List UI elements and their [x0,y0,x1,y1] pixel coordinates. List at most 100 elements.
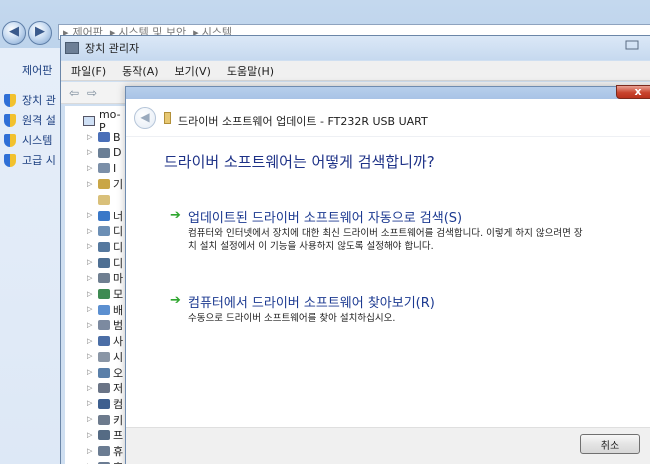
expand-arrow-icon[interactable]: ▷ [87,416,94,423]
device-category-icon [98,336,110,347]
expand-arrow-icon[interactable]: ▷ [87,227,94,235]
tree-row-label: 휴 [113,459,123,464]
device-manager-menubar: 파일(F) 동작(A) 보기(V) 도움말(H) [61,61,650,81]
device-category-icon [98,289,110,299]
sidebar-item-remote-settings[interactable]: 원격 설 [4,112,56,128]
wizard-title: 드라이버 소프트웨어 업데이트 - FT232R USB UART [178,115,428,128]
expand-arrow-icon[interactable]: ▷ [87,274,94,282]
device-category-icon [98,320,110,331]
device-category-icon [98,383,110,394]
forward-arrow-icon: ▶ [35,24,45,39]
tree-row-label: D [113,146,122,160]
device-category-icon [98,430,110,441]
expand-arrow-icon[interactable]: ▷ [87,290,94,298]
cp-back-button[interactable]: ◀ [2,21,26,45]
sidebar-item-label: 원격 설 [22,114,56,127]
tree-row-label: 사 [113,335,124,349]
wizard-header: ◀ 드라이버 소프트웨어 업데이트 - FT232R USB UART [126,99,650,137]
tree-row-label: 프 [113,429,124,443]
usb-device-icon [164,112,171,124]
device-category-icon [98,367,110,378]
cp-forward-button[interactable]: ▶ [28,21,52,45]
device-category-icon [98,351,110,362]
back-arrow-icon[interactable]: ⇦ [69,86,83,100]
tree-row-label: 디 [113,225,124,239]
device-category-icon [98,414,110,425]
uac-shield-icon [4,133,16,147]
sidebar-item-device-manager[interactable]: 장치 관 [4,92,56,108]
expand-arrow-icon[interactable]: ▷ [87,431,94,439]
expand-arrow-icon[interactable]: ▷ [87,259,94,266]
tree-row-label: 키 [113,413,124,427]
expand-arrow-icon[interactable]: ▷ [87,384,94,392]
wizard-frame [126,87,650,99]
device-category-icon [98,179,110,190]
wizard-footer: 취소 [126,427,650,464]
cancel-button[interactable]: 취소 [580,434,640,454]
tree-row-label: 휴 [113,445,124,458]
expand-arrow-icon[interactable]: ▷ [87,133,94,141]
expand-arrow-icon[interactable]: ▷ [87,149,94,156]
device-category-icon [98,194,110,205]
sidebar-item-label: 장치 관 [22,94,56,107]
close-button[interactable]: x [616,85,650,99]
uac-shield-icon [4,93,16,107]
sidebar-item-system-protection[interactable]: 시스템 [4,132,52,148]
sidebar-item-label: 시스템 [22,134,53,147]
tree-row-label: 마 [113,272,124,286]
option-description: 컴퓨터와 인터넷에서 장치에 대한 최신 드라이버 소프트웨어를 검색합니다. … [188,228,583,252]
driver-update-wizard: x ◀ 드라이버 소프트웨어 업데이트 - FT232R USB UART 드라… [125,85,650,464]
minimize-icon[interactable] [625,40,639,50]
menu-view[interactable]: 보기(V) [175,63,211,79]
menu-help[interactable]: 도움말(H) [227,63,274,79]
green-arrow-icon: ➔ [170,208,181,223]
option-search-automatically[interactable]: ➔ 업데이트된 드라이버 소프트웨어 자동으로 검색(S) 컴퓨터와 인터넷에서… [170,207,610,267]
device-category-icon [98,147,110,158]
wizard-question: 드라이버 소프트웨어는 어떻게 검색합니까? [164,153,435,171]
expand-arrow-icon[interactable]: ▷ [87,447,94,455]
expand-arrow-icon[interactable]: ▷ [87,243,94,250]
uac-shield-icon [4,113,16,127]
tree-row-label: 기 [113,178,124,192]
tree-row-label: B [113,130,121,144]
option-browse-computer[interactable]: ➔ 컴퓨터에서 드라이버 소프트웨어 찾아보기(R) 수동으로 드라이버 소프트… [170,292,610,332]
sidebar-item-advanced-settings[interactable]: 고급 시 [4,152,56,168]
device-manager-title: 장치 관리자 [85,42,140,55]
device-manager-icon [65,42,79,54]
option-title: 컴퓨터에서 드라이버 소프트웨어 찾아보기(R) [188,296,435,311]
device-tree: mo-P ▷ B ▷ D ▷ I ▷ 기 ▷ 너 ▷ 디 ▷ 디 ▷ 디 ▷ 마 ▷ 모 ▷ 배 ▷ 범 ▷ 사 ▷ 시 ▷ 오 ▷ 저 ▷ 컴 ▷… [65,106,127,464]
device-category-icon [98,446,110,456]
expand-arrow-icon[interactable]: ▷ [87,321,94,329]
tree-row-label: 디 [113,240,124,254]
device-manager-titlebar[interactable]: 장치 관리자 [61,36,650,60]
device-category-icon [98,163,110,174]
expand-arrow-icon[interactable]: ▷ [87,400,94,407]
back-arrow-icon: ◀ [140,110,150,124]
sidebar-item-label: 고급 시 [22,154,56,167]
menu-action[interactable]: 동작(A) [122,63,158,79]
control-panel-sidebar: 제어판 장치 관 원격 설 시스템 고급 시 [0,48,62,464]
control-panel-home-link[interactable]: 제어판 [22,62,52,78]
tree-row-label: 컴 [113,397,124,411]
expand-arrow-icon[interactable]: ▷ [87,212,94,219]
expand-arrow-icon[interactable]: ▷ [87,353,94,360]
device-category-icon [98,210,110,221]
uac-shield-icon [4,153,16,167]
device-category-icon [98,226,110,237]
expand-arrow-icon[interactable]: ▷ [87,164,94,172]
computer-icon [83,116,95,126]
tree-row-label: I [113,161,117,175]
device-category-icon [98,257,110,268]
wizard-back-button[interactable]: ◀ [134,107,156,129]
tree-row-label: 디 [113,256,124,270]
expand-arrow-icon[interactable]: ▷ [87,337,94,345]
expand-arrow-icon[interactable]: ▷ [87,306,94,313]
forward-arrow-icon[interactable]: ⇨ [87,86,101,100]
tree-child-indent-icon[interactable] [87,196,94,203]
tree-row-label: 너 [113,209,124,223]
tree-row-label: 시 [113,350,124,364]
expand-arrow-icon[interactable]: ▷ [87,369,94,376]
menu-file[interactable]: 파일(F) [71,63,106,79]
expand-arrow-icon[interactable]: ▷ [87,180,94,188]
close-icon: x [634,85,642,98]
